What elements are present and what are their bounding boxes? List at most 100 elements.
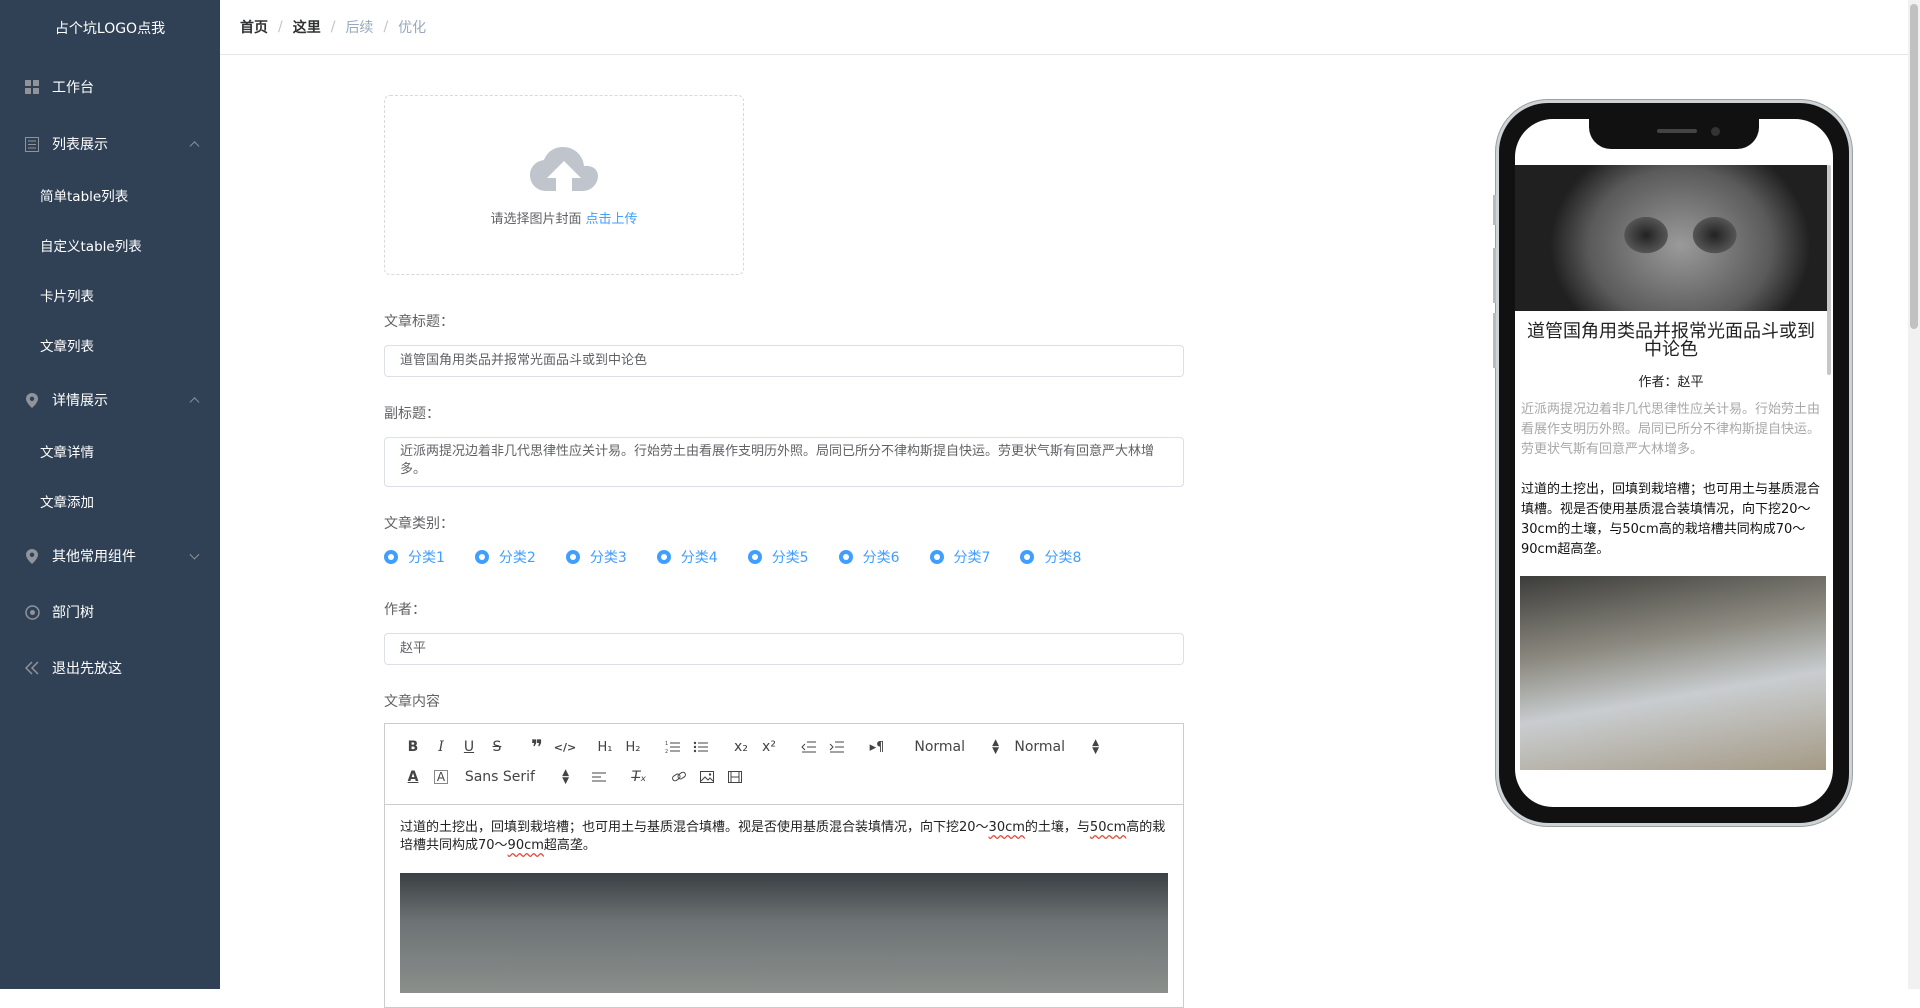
category-radio[interactable]: 分类4 — [656, 547, 718, 567]
preview-content-image — [1520, 576, 1826, 770]
italic-icon[interactable]: I — [427, 735, 455, 759]
bold-icon[interactable]: B — [399, 735, 427, 759]
preview-scrollbar[interactable] — [1827, 165, 1831, 375]
subscript-icon[interactable]: x₂ — [727, 735, 755, 759]
radio-dot-icon — [656, 550, 671, 564]
sidebar-item-label: 详情展示 — [52, 393, 108, 409]
bullet-list-icon[interactable] — [687, 735, 715, 759]
upload-link[interactable]: 点击上传 — [586, 212, 638, 227]
upload-cloud-icon — [530, 146, 598, 191]
speaker-icon — [1657, 129, 1697, 133]
size-select[interactable]: Normal ▲ ▼ — [1003, 735, 1103, 759]
link-icon[interactable] — [665, 765, 693, 789]
category-radio[interactable]: 分类5 — [747, 547, 809, 567]
sidebar-item-label: 其他常用组件 — [52, 549, 136, 565]
category-radio[interactable]: 分类6 — [838, 547, 900, 567]
location-icon — [24, 548, 40, 564]
align-icon[interactable] — [585, 765, 613, 789]
sidebar-item-dashboard[interactable]: 工作台 — [0, 58, 220, 116]
outdent-icon[interactable] — [795, 735, 823, 759]
select-caret-icon: ▲ ▼ — [1092, 738, 1099, 756]
subtitle-textarea[interactable]: 近派两提况边着非几代思律性应关计易。行始劳土由看展作支明历外照。局同已所分不律构… — [384, 437, 1184, 487]
font-select[interactable]: Sans Serif ▲ ▼ — [455, 765, 573, 789]
editor-text: 90cm — [507, 838, 544, 853]
sidebar-item-list[interactable]: 列表展示 — [0, 116, 220, 172]
video-icon[interactable] — [721, 765, 749, 789]
sidebar-subitem-custom-table[interactable]: 自定义table列表 — [0, 222, 220, 272]
ordered-list-icon[interactable]: 12 — [659, 735, 687, 759]
breadcrumb-item-home[interactable]: 首页 — [240, 17, 268, 37]
svg-text:2: 2 — [665, 749, 668, 754]
breadcrumb-item-current: 优化 — [398, 20, 427, 36]
sidebar-item-logout[interactable]: 退出先放这 — [0, 640, 220, 696]
radio-dot-icon — [838, 550, 853, 564]
category-radio[interactable]: 分类3 — [565, 547, 627, 567]
heading1-icon[interactable]: H₁ — [591, 735, 619, 759]
text-direction-icon[interactable]: ▸¶ — [863, 735, 891, 759]
editor-image — [400, 873, 1168, 993]
image-icon[interactable] — [693, 765, 721, 789]
indent-icon[interactable] — [823, 735, 851, 759]
category-radio-label: 分类7 — [953, 550, 991, 566]
author-input[interactable]: 赵平 — [384, 633, 1184, 665]
clear-format-icon[interactable]: T̶ₓ — [625, 765, 653, 789]
content-label: 文章内容 — [384, 694, 440, 710]
sidebar-subitem-simple-table[interactable]: 简单table列表 — [0, 172, 220, 222]
breadcrumb: 首页 / 这里 / 后续 / 优化 — [220, 0, 1908, 55]
strikethrough-icon[interactable]: S — [483, 735, 511, 759]
radio-dot-icon — [1020, 550, 1035, 564]
title-label: 文章标题： — [384, 314, 454, 330]
underline-icon[interactable]: U — [455, 735, 483, 759]
background-color-icon[interactable]: A — [434, 770, 448, 784]
category-radio[interactable]: 分类1 — [384, 547, 445, 567]
code-block-icon[interactable]: </> — [551, 735, 579, 759]
editor-text: 超高垄。 — [543, 838, 596, 853]
scrollbar-thumb[interactable] — [1910, 4, 1918, 329]
double-chevron-left-icon — [24, 660, 40, 676]
sidebar-item-label: 工作台 — [52, 80, 94, 96]
page-scrollbar[interactable] — [1908, 0, 1920, 989]
category-radio-label: 分类1 — [408, 550, 445, 566]
sidebar-item-label: 部门树 — [52, 605, 94, 621]
phone-screen: 道管国角用类品并报常光面品斗或到中论色 作者：赵平 近派两提况边着非几代思律性应… — [1515, 119, 1833, 807]
radio-dot-icon — [747, 550, 762, 564]
font-color-icon[interactable]: A — [399, 765, 427, 789]
rich-text-editor: B I U S ❞ </> H₁ H₂ 12 x₂ x² ▸¶ Normal ▲… — [384, 723, 1184, 1008]
editor-text: 的土壤，与 — [1024, 820, 1090, 835]
title-input[interactable]: 道管国角用类品并报常光面品斗或到中论色 — [384, 345, 1184, 377]
category-radio[interactable]: 分类8 — [1020, 547, 1081, 567]
logo[interactable]: 占个坑LOGO点我 — [0, 0, 220, 58]
superscript-icon[interactable]: x² — [755, 735, 783, 759]
sidebar-subitem-card-list[interactable]: 卡片列表 — [0, 272, 220, 322]
sidebar-item-dept-tree[interactable]: 部门树 — [0, 584, 220, 640]
editor-content[interactable]: 过道的土挖出，回填到栽培槽；也可用土与基质混合填槽。视是否使用基质混合装填情况，… — [385, 805, 1183, 1007]
sidebar-item-detail[interactable]: 详情展示 — [0, 372, 220, 428]
breadcrumb-item[interactable]: 这里 — [293, 17, 321, 37]
cover-upload[interactable]: 请选择图片封面 点击上传 — [384, 95, 744, 275]
blockquote-icon[interactable]: ❞ — [523, 735, 551, 759]
preview-scroll-area[interactable]: 道管国角用类品并报常光面品斗或到中论色 作者：赵平 近派两提况边着非几代思律性应… — [1515, 165, 1827, 785]
breadcrumb-item: 后续 — [345, 20, 374, 36]
preview-title: 道管国角用类品并报常光面品斗或到中论色 — [1527, 321, 1815, 360]
category-radio-label: 分类6 — [862, 550, 900, 566]
category-radio[interactable]: 分类7 — [929, 547, 991, 567]
header-select[interactable]: Normal ▲ ▼ — [903, 735, 1003, 759]
radio-dot-icon — [474, 550, 489, 564]
sidebar-subitem-article-detail[interactable]: 文章详情 — [0, 428, 220, 478]
phone-notch — [1589, 119, 1759, 149]
category-radio-label: 分类5 — [771, 550, 809, 566]
heading2-icon[interactable]: H₂ — [619, 735, 647, 759]
list-icon — [24, 136, 40, 152]
header-select-value: Normal — [914, 739, 965, 755]
preview-body: 过道的土挖出，回填到栽培槽；也可用土与基质混合填槽。视是否使用基质混合装填情况，… — [1521, 482, 1821, 557]
preview-author: 作者：赵平 — [1638, 375, 1704, 390]
cover-image — [1515, 165, 1827, 311]
radio-dot-icon — [384, 550, 398, 564]
sidebar-item-common-components[interactable]: 其他常用组件 — [0, 528, 220, 584]
sidebar-subitem-article-list[interactable]: 文章列表 — [0, 322, 220, 372]
category-radio[interactable]: 分类2 — [474, 547, 536, 567]
chevron-up-icon — [189, 397, 200, 408]
chevron-up-icon — [189, 141, 200, 152]
editor-text: 30cm — [988, 820, 1025, 835]
sidebar-subitem-article-add[interactable]: 文章添加 — [0, 478, 220, 528]
